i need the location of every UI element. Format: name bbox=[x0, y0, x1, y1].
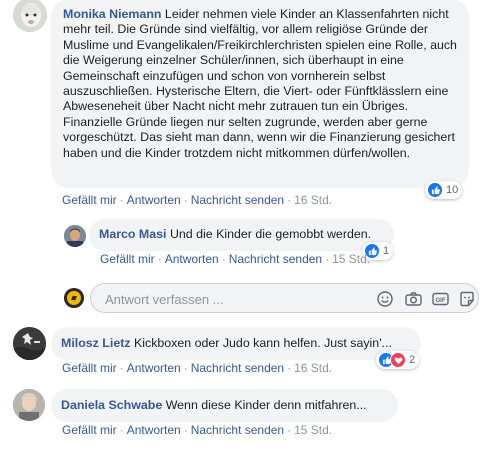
reaction-count: 1 bbox=[383, 245, 390, 257]
avatar bbox=[64, 288, 84, 308]
reply-link[interactable]: Antworten bbox=[127, 193, 181, 207]
separator: · bbox=[119, 423, 124, 437]
separator: · bbox=[183, 423, 188, 437]
reaction-count: 10 bbox=[446, 184, 459, 196]
separator: · bbox=[183, 193, 188, 207]
like-reaction-icon bbox=[427, 182, 443, 198]
comment-actions: Gefällt mir · Antworten · Nachricht senden · 1… bbox=[62, 423, 332, 437]
comment-actions: Gefällt mir · Antworten · Nachricht senden · 1… bbox=[62, 193, 332, 207]
comment-author[interactable]: Marco Masi bbox=[99, 227, 166, 241]
comment-text: Leider nehmen viele Kinder an Klassenfah… bbox=[63, 7, 457, 160]
gif-icon[interactable]: GIF bbox=[431, 290, 449, 308]
reply-link[interactable]: Antworten bbox=[127, 423, 181, 437]
like-link[interactable]: Gefällt mir bbox=[100, 252, 155, 266]
separator: · bbox=[119, 193, 124, 207]
separator: · bbox=[221, 252, 226, 266]
avatar[interactable] bbox=[13, 389, 45, 421]
comment-text: Kickboxen oder Judo kann helfen. Just sa… bbox=[133, 336, 392, 350]
reply-composer[interactable]: GIF bbox=[90, 283, 479, 313]
emoji-icon[interactable] bbox=[376, 290, 394, 308]
separator: · bbox=[325, 252, 330, 266]
separator: · bbox=[157, 252, 162, 266]
comment-text: Und die Kinder die gemobbt werden. bbox=[169, 227, 372, 241]
comment-bubble: Milosz Lietz Kickboxen oder Judo kann he… bbox=[51, 327, 421, 360]
reply-link[interactable]: Antworten bbox=[127, 361, 181, 375]
comment-actions: Gefällt mir · Antworten · Nachricht senden · 1… bbox=[100, 252, 370, 266]
comment-author[interactable]: Milosz Lietz bbox=[61, 336, 131, 350]
svg-text:GIF: GIF bbox=[435, 298, 445, 304]
reply-bubble: Marco Masi Und die Kinder die gemobbt we… bbox=[89, 219, 394, 251]
avatar[interactable] bbox=[13, 0, 47, 32]
reaction-summary[interactable]: 10 bbox=[425, 181, 463, 199]
separator: · bbox=[119, 361, 124, 375]
reaction-summary[interactable]: 2 bbox=[376, 351, 420, 369]
send-message-link[interactable]: Nachricht senden bbox=[191, 193, 284, 207]
reaction-count: 2 bbox=[409, 354, 416, 366]
separator: · bbox=[287, 423, 292, 437]
sticker-icon[interactable] bbox=[458, 290, 476, 308]
separator: · bbox=[287, 361, 292, 375]
timestamp[interactable]: 16 Std. bbox=[294, 361, 332, 375]
like-link[interactable]: Gefällt mir bbox=[62, 193, 117, 207]
comment-text: Wenn diese Kinder denn mitfahren... bbox=[165, 398, 367, 412]
camera-icon[interactable] bbox=[404, 290, 422, 308]
comment-actions: Gefällt mir · Antworten · Nachricht senden · 1… bbox=[62, 361, 332, 375]
timestamp[interactable]: 15 Std. bbox=[294, 423, 332, 437]
comment-bubble: Daniela Schwabe Wenn diese Kinder denn m… bbox=[51, 389, 398, 422]
avatar[interactable] bbox=[13, 327, 46, 360]
send-message-link[interactable]: Nachricht senden bbox=[191, 361, 284, 375]
like-link[interactable]: Gefällt mir bbox=[62, 361, 117, 375]
reply-input[interactable] bbox=[103, 290, 367, 308]
timestamp[interactable]: 16 Std. bbox=[294, 193, 332, 207]
send-message-link[interactable]: Nachricht senden bbox=[229, 252, 322, 266]
timestamp[interactable]: 15 Std. bbox=[332, 252, 370, 266]
separator: · bbox=[287, 193, 292, 207]
separator: · bbox=[183, 361, 188, 375]
comment-author[interactable]: Daniela Schwabe bbox=[61, 398, 162, 412]
like-link[interactable]: Gefällt mir bbox=[62, 423, 117, 437]
love-reaction-icon bbox=[390, 352, 406, 368]
reply-link[interactable]: Antworten bbox=[165, 252, 219, 266]
comment-author[interactable]: Monika Niemann bbox=[63, 7, 161, 21]
send-message-link[interactable]: Nachricht senden bbox=[191, 423, 284, 437]
comment-bubble: Monika Niemann Leider nehmen viele Kinde… bbox=[51, 0, 469, 188]
avatar[interactable] bbox=[64, 225, 86, 247]
